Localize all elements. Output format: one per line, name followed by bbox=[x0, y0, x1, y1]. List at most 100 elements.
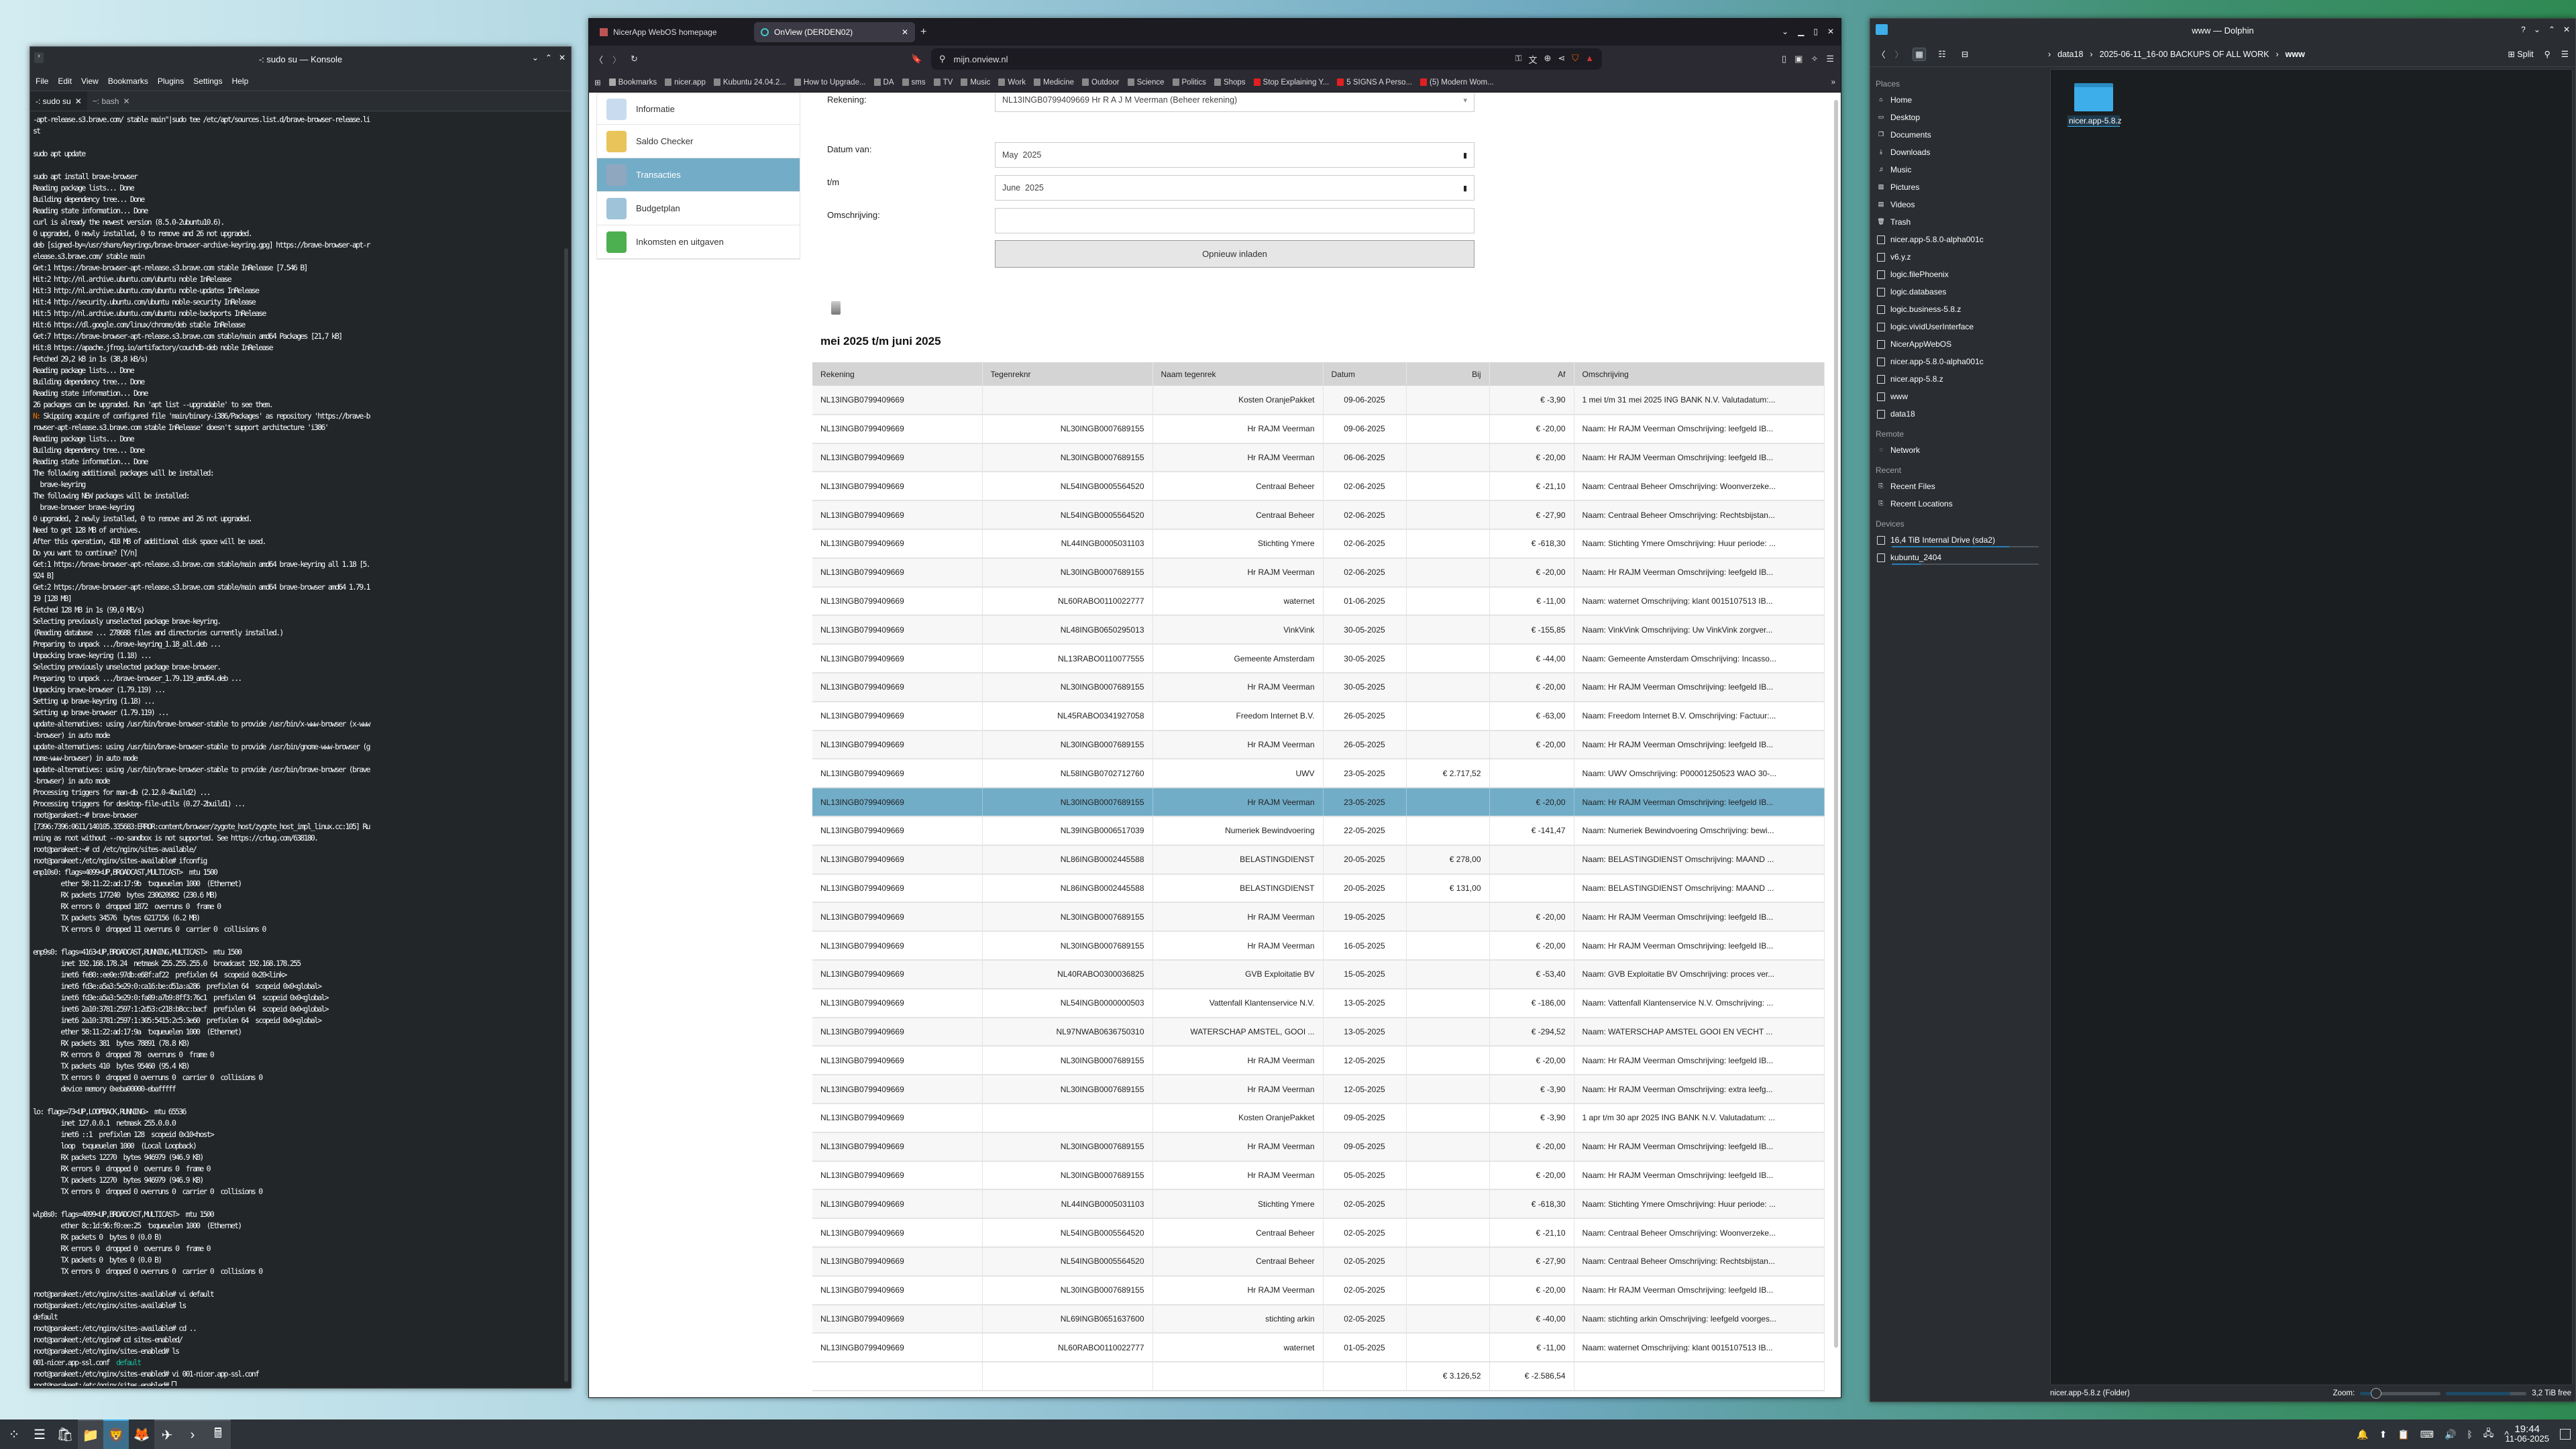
back-icon[interactable]: 〈 bbox=[1877, 48, 1886, 60]
column-header-omschrijving[interactable]: Omschrijving bbox=[1574, 362, 1825, 386]
table-row[interactable]: NL13INGB0799409669 NL97NWAB0636750310 WATE… bbox=[812, 1017, 1825, 1047]
table-row[interactable]: NL13INGB0799409669 NL30INGB0007689155 Hr R… bbox=[812, 1132, 1825, 1162]
close-icon[interactable]: ✕ bbox=[2563, 25, 2570, 34]
nav-item-budgetplan[interactable]: Budgetplan bbox=[597, 192, 800, 225]
minimize-icon[interactable]: ⌄ bbox=[532, 53, 539, 62]
column-header-rekening[interactable]: Rekening bbox=[812, 362, 983, 386]
network-icon[interactable]: 🖧 bbox=[2483, 1426, 2494, 1442]
places-item[interactable]: logic.databases bbox=[1873, 283, 2044, 301]
table-row[interactable]: NL13INGB0799409669 NL69INGB0651637600 stic… bbox=[812, 1304, 1825, 1334]
table-row[interactable]: NL13INGB0799409669 NL30INGB0007689155 Hr R… bbox=[812, 931, 1825, 961]
table-row[interactable]: NL13INGB0799409669 Kosten OranjePakket 09-… bbox=[812, 1103, 1825, 1133]
nav-item-saldo-checker[interactable]: Saldo Checker bbox=[597, 125, 800, 158]
apps-icon[interactable]: ⊞ bbox=[594, 78, 601, 87]
breadcrumb-backups[interactable]: 2025-06-11_16-00 BACKUPS OF ALL WORK bbox=[2100, 50, 2269, 59]
folder-item[interactable]: nicer.app-5.8.z bbox=[2068, 83, 2122, 127]
column-header-bij[interactable]: Bij bbox=[1406, 362, 1490, 386]
menu-icon[interactable]: ☰ bbox=[1826, 54, 1834, 64]
table-row[interactable]: NL13INGB0799409669 NL58INGB0702712760 UWV 2… bbox=[812, 759, 1825, 789]
places-item[interactable]: ⌂ Home bbox=[1873, 91, 2044, 109]
table-row[interactable]: NL13INGB0799409669 NL13RABO0110077555 Geme… bbox=[812, 644, 1825, 674]
table-row[interactable]: NL13INGB0799409669 NL44INGB0005031103 Stic… bbox=[812, 529, 1825, 559]
menu-help[interactable]: Help bbox=[232, 76, 249, 86]
places-item[interactable]: ◌ Network bbox=[1873, 441, 2044, 459]
places-item[interactable]: ⤓ Downloads bbox=[1873, 144, 2044, 161]
menu-file[interactable]: File bbox=[36, 76, 48, 86]
close-icon[interactable]: ✕ bbox=[559, 53, 566, 62]
tab-nicerapp[interactable]: NicerApp WebOS homepage bbox=[593, 22, 754, 42]
icons-view-icon[interactable]: ▦ bbox=[1913, 47, 1927, 61]
bookmark-item[interactable]: 5 SIGNS A Perso... bbox=[1337, 78, 1412, 87]
calendar-icon[interactable]: ▮ bbox=[1463, 184, 1467, 193]
terminal-output[interactable]: -apt-release.s3.brave.com/ stable main"|… bbox=[30, 111, 571, 1386]
table-row[interactable]: NL13INGB0799409669 NL48INGB0650295013 Vink… bbox=[812, 615, 1825, 645]
back-icon[interactable]: 〈 bbox=[594, 53, 603, 66]
translate-icon[interactable]: 文 bbox=[1529, 53, 1538, 66]
calendar-icon[interactable]: ▮ bbox=[1463, 151, 1467, 160]
table-row[interactable]: NL13INGB0799409669 NL54INGB0005564520 Cent… bbox=[812, 1246, 1825, 1277]
tab-bash[interactable]: ~: bash ✕ bbox=[87, 91, 136, 111]
dolphin-task[interactable]: 📁 bbox=[78, 1419, 103, 1449]
keyboard-icon[interactable]: ⌨ bbox=[2420, 1429, 2434, 1440]
menu-plugins[interactable]: Plugins bbox=[158, 76, 184, 86]
omschrijving-input[interactable] bbox=[995, 208, 1474, 233]
export-icon[interactable] bbox=[831, 301, 841, 315]
table-row[interactable]: NL13INGB0799409669 NL60RABO0110022777 wate… bbox=[812, 586, 1825, 616]
bookmark-item[interactable]: Medicine bbox=[1033, 78, 1074, 87]
wallet-icon[interactable]: ▣ bbox=[1794, 54, 1803, 64]
minimize-icon[interactable]: ▁ bbox=[1798, 27, 1804, 36]
details-view-icon[interactable]: ⊟ bbox=[1958, 48, 1972, 61]
zoom-icon[interactable]: ⊕ bbox=[1544, 53, 1552, 66]
places-item[interactable]: kubuntu_2404 bbox=[1873, 549, 2044, 566]
tab-list-icon[interactable]: ⌄ bbox=[1782, 27, 1788, 36]
discover-task[interactable]: 🛍 bbox=[52, 1419, 78, 1449]
datum-tm-input[interactable]: June 2025 ▮ bbox=[995, 175, 1474, 201]
table-row[interactable]: NL13INGB0799409669 NL30INGB0007689155 Hr R… bbox=[812, 443, 1825, 473]
table-row[interactable]: NL13INGB0799409669 NL30INGB0007689155 Hr R… bbox=[812, 414, 1825, 444]
table-row[interactable]: NL13INGB0799409669 NL45RABO0341927058 Free… bbox=[812, 701, 1825, 731]
bookmark-item[interactable]: nicer.app bbox=[665, 78, 706, 87]
zoom-slider[interactable] bbox=[2360, 1387, 2441, 1399]
address-bar[interactable]: ⚲ mijn.onview.nl ⚿ 文 ⊕ ⋖ ⛉ ▲ bbox=[931, 48, 1602, 70]
help-icon[interactable]: ? bbox=[2521, 25, 2526, 34]
app-launcher-task[interactable]: ⁘ bbox=[1, 1419, 27, 1449]
breadcrumb-data18[interactable]: data18 bbox=[2057, 50, 2083, 59]
places-item[interactable]: v6.y.z bbox=[1873, 248, 2044, 266]
bookmark-icon[interactable]: 🔖 bbox=[911, 54, 922, 64]
nav-item-informatie[interactable]: Informatie bbox=[597, 94, 800, 125]
konsole-task[interactable]: › bbox=[180, 1419, 205, 1449]
places-item[interactable]: nicer.app-5.8.0-alpha001c bbox=[1873, 353, 2044, 370]
table-row[interactable]: NL13INGB0799409669 NL60RABO0110022777 wate… bbox=[812, 1333, 1825, 1363]
dolphin-titlebar[interactable]: www — Dolphin ? ⌄ ⌃ ✕ bbox=[1870, 19, 2575, 42]
places-item[interactable]: ▭ Desktop bbox=[1873, 109, 2044, 126]
minimize-icon[interactable]: ⌄ bbox=[2534, 25, 2540, 34]
konsole-titlebar[interactable]: › -: sudo su — Konsole ⌄ ⌃ ✕ bbox=[30, 47, 571, 71]
table-row[interactable]: NL13INGB0799409669 NL86INGB0002445588 BELA… bbox=[812, 873, 1825, 904]
places-item[interactable]: www bbox=[1873, 388, 2044, 405]
close-tab-icon[interactable]: ✕ bbox=[902, 28, 908, 37]
menu-edit[interactable]: Edit bbox=[58, 76, 72, 86]
page-scrollbar[interactable] bbox=[1834, 93, 1839, 1368]
bookmark-item[interactable]: Kubuntu 24.04.2... bbox=[713, 78, 786, 87]
table-row[interactable]: NL13INGB0799409669 NL30INGB0007689155 Hr R… bbox=[812, 788, 1825, 817]
table-row[interactable]: NL13INGB0799409669 NL30INGB0007689155 Hr R… bbox=[812, 1075, 1825, 1104]
table-row[interactable]: NL13INGB0799409669 NL54INGB0005564520 Cent… bbox=[812, 1218, 1825, 1248]
bookmark-item[interactable]: Stop Explaining Y... bbox=[1253, 78, 1329, 87]
firefox-task[interactable]: 🦊 bbox=[129, 1419, 154, 1449]
bookmark-item[interactable]: DA bbox=[873, 78, 894, 87]
table-row[interactable]: NL13INGB0799409669 NL54INGB0005564520 Cent… bbox=[812, 472, 1825, 502]
table-row[interactable]: NL13INGB0799409669 NL30INGB0007689155 Hr R… bbox=[812, 902, 1825, 932]
places-item[interactable]: ▨ Pictures bbox=[1873, 178, 2044, 196]
maximize-icon[interactable]: ▯ bbox=[1813, 27, 1818, 36]
places-item[interactable]: nicer.app-5.8.0-alpha001c bbox=[1873, 231, 2044, 248]
menu-settings[interactable]: Settings bbox=[193, 76, 222, 86]
maximize-icon[interactable]: ⌃ bbox=[2548, 25, 2555, 34]
table-row[interactable]: NL13INGB0799409669 NL30INGB0007689155 Hr R… bbox=[812, 1161, 1825, 1191]
updates-icon[interactable]: ⬆ bbox=[2379, 1429, 2387, 1440]
more-bookmarks-icon[interactable]: » bbox=[1831, 78, 1835, 87]
brave-shields-icon[interactable]: ⛉ bbox=[1572, 53, 1578, 66]
forward-icon[interactable]: 〉 bbox=[1895, 48, 1904, 60]
table-row[interactable]: NL13INGB0799409669 NL44INGB0005031103 Stic… bbox=[812, 1189, 1825, 1220]
menu-bookmarks[interactable]: Bookmarks bbox=[108, 76, 148, 86]
site-info-icon[interactable]: ⚲ bbox=[939, 54, 946, 64]
